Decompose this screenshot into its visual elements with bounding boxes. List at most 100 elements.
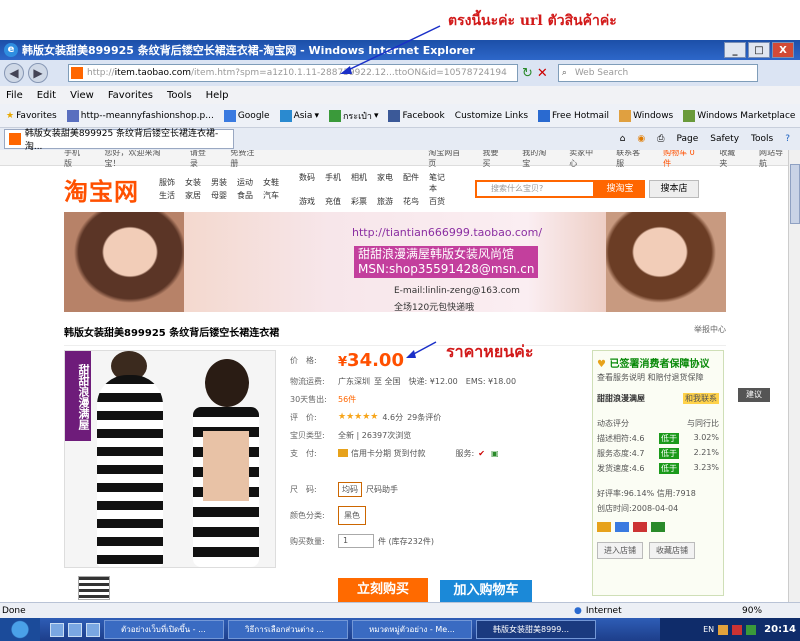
cat-link[interactable]: 家居 [185, 190, 207, 201]
size-option[interactable]: 均码 [338, 481, 362, 497]
tray-icon[interactable] [732, 624, 743, 635]
menu-tools[interactable]: Tools [167, 90, 192, 101]
fav-shop-button[interactable]: 收藏店铺 [649, 542, 695, 559]
fav-link-customize[interactable]: Customize Links [455, 111, 528, 121]
menu-help[interactable]: Help [206, 90, 229, 101]
tray-icon[interactable] [746, 624, 757, 635]
fav-link-marketplace[interactable]: Windows Marketplace [683, 109, 795, 122]
cat-link[interactable]: 笔记本 [429, 172, 451, 194]
report-link[interactable]: 举报中心 [694, 324, 726, 339]
vertical-scrollbar[interactable] [788, 150, 800, 602]
maximize-button[interactable]: □ [748, 42, 770, 58]
cat-link[interactable]: 母婴 [211, 190, 233, 201]
taskbar-item-active[interactable]: 韩版女装甜美8999... [476, 620, 596, 639]
search-taobao-button[interactable]: 搜淘宝 [595, 180, 645, 198]
cat-link[interactable]: 相机 [351, 172, 373, 194]
rss-icon[interactable]: ◉ [637, 134, 645, 144]
refresh-icon[interactable]: ↻ [522, 66, 533, 81]
lang-indicator[interactable]: EN [703, 625, 714, 634]
zoom-level[interactable]: 90% [742, 606, 762, 616]
my-taobao-link[interactable]: 我的淘宝 [522, 150, 551, 169]
tools-menu[interactable]: Tools [751, 134, 773, 144]
feedback-button[interactable]: 建议 [738, 388, 770, 402]
fav-link-facebook[interactable]: Facebook [388, 109, 445, 122]
help-icon[interactable]: ? [785, 134, 790, 144]
page-menu[interactable]: Page [676, 134, 698, 144]
back-button[interactable]: ◀ [4, 63, 24, 83]
taobao-search-input[interactable]: 搜索什么宝贝? [475, 180, 595, 198]
favorites-button[interactable]: ★ Favorites [6, 111, 57, 121]
customer-service-link[interactable]: 联系客服 [616, 150, 645, 169]
cat-link[interactable]: 男装 [211, 177, 233, 188]
fav-link-hotmail[interactable]: Free Hotmail [538, 109, 609, 122]
explorer-icon[interactable] [86, 622, 100, 637]
product-thumbnail[interactable] [78, 576, 110, 600]
review-count[interactable]: 29条评价 [407, 412, 441, 423]
menu-file[interactable]: File [6, 90, 23, 101]
start-button[interactable] [0, 618, 40, 641]
favorites-link[interactable]: 收藏夹 [719, 150, 741, 169]
cat-link[interactable]: 数码 [299, 172, 321, 194]
menu-favorites[interactable]: Favorites [108, 90, 153, 101]
fav-link-windows[interactable]: Windows [619, 109, 673, 122]
print-icon[interactable]: ⎙ [657, 134, 664, 144]
web-search-input[interactable]: ⌕ Web Search [557, 64, 758, 82]
fav-link-bags[interactable]: กระเป๋า ▾ [328, 109, 378, 123]
cat-link[interactable]: 游戏 [299, 196, 321, 207]
fav-link-meanny[interactable]: http--meannyfashionshop.p... [66, 109, 214, 122]
shipping-from[interactable]: 广东深圳 [338, 376, 370, 387]
search-shop-button[interactable]: 搜本店 [649, 180, 699, 198]
cat-link[interactable]: 食品 [237, 190, 259, 201]
shop-name[interactable]: 甜甜浪漫满屋 [597, 393, 645, 404]
shop-banner[interactable]: http://tiantian666999.taobao.com/ 甜甜浪漫满屋… [64, 212, 726, 312]
cat-link[interactable]: 汽车 [263, 190, 285, 201]
shipping-to[interactable]: 至 全国 [374, 376, 401, 387]
menu-view[interactable]: View [70, 90, 94, 101]
contact-button[interactable]: 和我联系 [683, 393, 719, 404]
cart-link[interactable]: 购物车 0 件 [663, 150, 701, 169]
desktop-icon[interactable] [50, 622, 64, 637]
cat-link[interactable]: 配件 [403, 172, 425, 194]
taobao-logo[interactable]: 淘宝网 [64, 172, 139, 207]
add-to-cart-button[interactable]: 加入购物车 [440, 580, 532, 602]
taskbar-item[interactable]: หมวดหมู่ตัวอย่าง - Me... [352, 620, 472, 639]
close-button[interactable]: X [772, 42, 794, 58]
size-helper-link[interactable]: 尺码助手 [366, 484, 398, 495]
cat-link[interactable]: 百货 [429, 196, 451, 207]
color-option[interactable]: 黑色 [338, 505, 366, 525]
tray-icon[interactable] [718, 624, 729, 635]
ie-icon[interactable] [68, 622, 82, 637]
buy-now-button[interactable]: 立刻购买 [338, 578, 428, 602]
minimize-button[interactable]: _ [724, 42, 746, 58]
cat-link[interactable]: 花鸟 [403, 196, 425, 207]
cat-link[interactable]: 服饰 [159, 177, 181, 188]
fav-link-google[interactable]: Google [223, 109, 270, 122]
product-image[interactable]: 甜甜浪漫满屋 [64, 350, 276, 568]
menu-edit[interactable]: Edit [37, 90, 56, 101]
enter-shop-button[interactable]: 进入店铺 [597, 542, 643, 559]
fav-link-asia[interactable]: Asia ▾ [279, 109, 319, 122]
cat-link[interactable]: 充值 [325, 196, 347, 207]
mobile-link[interactable]: 手机版 [64, 150, 86, 169]
cat-link[interactable]: 旅游 [377, 196, 399, 207]
safety-menu[interactable]: Safety [710, 134, 739, 144]
taskbar-item[interactable]: ตัวอย่างเว็บที่เปิดขึ้น - ... [104, 620, 224, 639]
buy-link[interactable]: 我要买 [483, 150, 505, 169]
cat-link[interactable]: 家电 [377, 172, 399, 194]
seller-center-link[interactable]: 卖家中心 [569, 150, 598, 169]
tab-taobao[interactable]: 韩版女装甜美899925 条纹背后镂空长裙连衣裙-淘... [4, 129, 234, 152]
guarantee-sub[interactable]: 查看服务说明 和赔付退货保障 [597, 372, 719, 383]
quantity-stepper[interactable]: 1 [338, 534, 374, 548]
cat-link[interactable]: 彩票 [351, 196, 373, 207]
cat-link[interactable]: 女鞋 [263, 177, 285, 188]
register-link[interactable]: 免费注册 [230, 150, 260, 169]
cat-link[interactable]: 女装 [185, 177, 207, 188]
cat-link[interactable]: 运动 [237, 177, 259, 188]
forward-button[interactable]: ▶ [28, 63, 48, 83]
site-nav-link[interactable]: 网站导航 [759, 150, 788, 169]
taskbar-item[interactable]: วิธีการเลือกส่วนต่าง ... [228, 620, 348, 639]
stop-icon[interactable]: ✕ [537, 66, 548, 81]
home-link[interactable]: 淘宝网首页 [428, 150, 464, 169]
login-link[interactable]: 请登录 [190, 150, 212, 169]
scrollbar-thumb[interactable] [790, 164, 800, 224]
